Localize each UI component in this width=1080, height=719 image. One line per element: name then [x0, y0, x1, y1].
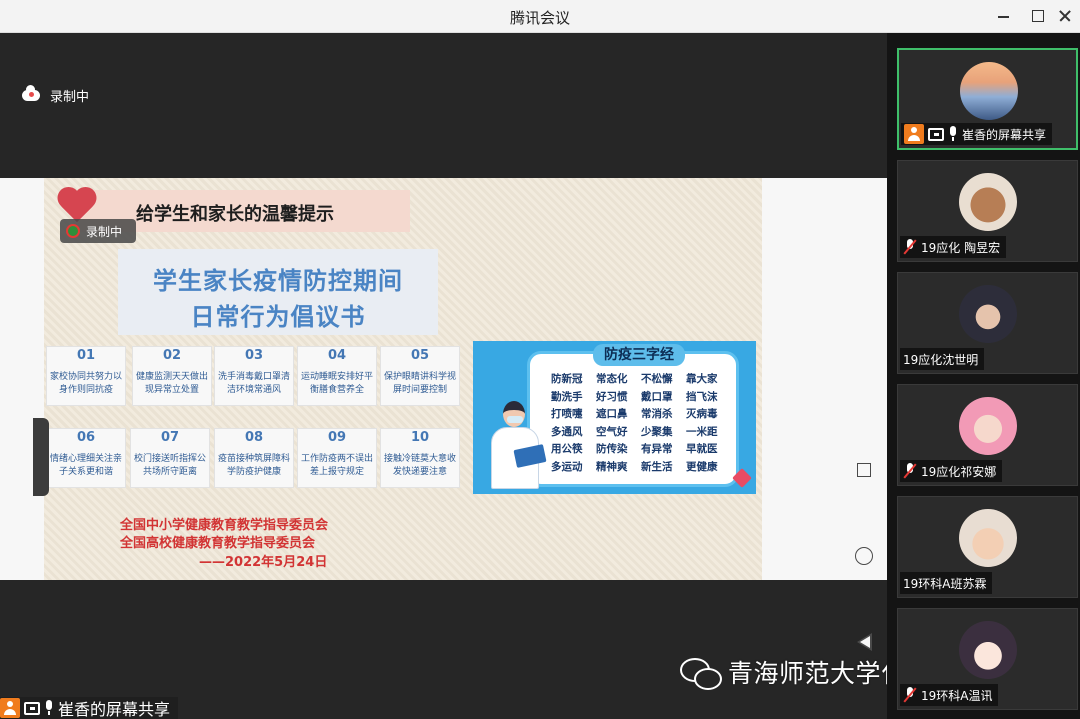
recording-badge: 录制中 [60, 219, 136, 243]
record-dot-icon [66, 224, 80, 238]
main-stage: 录制中 给学生和家长的温馨提示 学生家长疫情防控期间 日常行为倡议书 01 家校… [0, 33, 887, 719]
mic-muted-icon [903, 687, 917, 703]
poster-verse: 用公筷 [551, 443, 583, 455]
poster-verse: 防新冠 [551, 373, 583, 385]
poster-verse: 好习惯 [596, 390, 628, 403]
sharer-name: 崔香的屏幕共享 [58, 700, 171, 719]
title-bar: 腾讯会议 [0, 0, 1080, 33]
participant-name: 19环科A温讯 [921, 688, 993, 703]
anti-epidemic-poster: 防疫三字经 防新冠 常态化 不松懈 靠大家 勤洗手 好习惯 戴口罩 挡飞沫 打喷… [473, 341, 756, 494]
avatar [959, 621, 1017, 679]
mic-muted-icon [903, 239, 917, 255]
advice-card: 09 工作防疫两不误出差上报守规定 [297, 428, 377, 488]
cloud-record-icon [22, 85, 40, 101]
mic-icon [948, 126, 958, 142]
sharer-bar: 崔香的屏幕共享 [0, 697, 179, 719]
poster-verse: 挡飞沫 [686, 390, 718, 403]
poster-verse: 精神爽 [596, 460, 628, 473]
poster-verse: 一米距 [686, 425, 718, 438]
poster-verse: 常消杀 [641, 408, 673, 420]
participant-name: 19环科A班苏霖 [903, 576, 987, 591]
participant-tile[interactable]: 19应化 陶昱宏 [897, 160, 1078, 262]
poster-verse: 戴口罩 [641, 390, 673, 403]
participant-label: 19环科A温讯 [900, 684, 999, 706]
slide-footer-date: ——2022年5月24日 [199, 555, 328, 570]
mic-muted-icon [903, 463, 917, 479]
participant-tile[interactable]: 崔香的屏幕共享 [897, 48, 1078, 150]
home-icon[interactable] [855, 547, 873, 565]
avatar [959, 285, 1017, 343]
poster-verse: 勤洗手 [551, 390, 583, 403]
slide-footer-line2: 全国高校健康教育教学指导委员会 [120, 536, 316, 551]
advice-card: 01 家校协同共努力以身作则同抗疫 [46, 346, 126, 406]
participant-tile[interactable]: 19环科A班苏霖 [897, 496, 1078, 598]
poster-verse: 常态化 [596, 373, 628, 385]
poster-verse: 更健康 [686, 460, 718, 473]
participant-tile[interactable]: 19环科A温讯 [897, 608, 1078, 710]
poster-verse: 有异常 [641, 443, 673, 455]
participant-label: 19应化沈世明 [900, 348, 985, 370]
participant-name: 19应化祁安娜 [921, 464, 997, 479]
window-title: 腾讯会议 [509, 9, 570, 27]
screen-share-icon [24, 701, 40, 715]
participant-name: 崔香的屏幕共享 [962, 127, 1047, 142]
poster-verse: 灭病毒 [686, 408, 718, 420]
poster-verse: 遮口鼻 [596, 408, 628, 420]
poster-verse: 早就医 [686, 443, 718, 455]
advice-card: 10 接触冷链莫大意收发快递要注意 [380, 428, 460, 488]
host-icon [904, 124, 924, 144]
poster-verse: 靠大家 [686, 373, 718, 385]
advice-card: 07 校门接送听指挥公共场所守距离 [130, 428, 210, 488]
poster-verse: 新生活 [641, 460, 673, 473]
close-icon[interactable] [1054, 6, 1076, 26]
recording-badge-label: 录制中 [86, 224, 123, 239]
mic-icon [44, 700, 54, 716]
participant-label: 19环科A班苏霖 [900, 572, 993, 594]
participant-tile[interactable]: 19应化祁安娜 [897, 384, 1078, 486]
participant-name: 19应化 陶昱宏 [921, 240, 1001, 255]
poster-title: 防疫三字经 [593, 344, 685, 366]
avatar [959, 397, 1017, 455]
slide-title-line1: 学生家长疫情防控期间 [153, 267, 403, 295]
avatar [959, 173, 1017, 231]
maximize-icon[interactable] [1027, 6, 1049, 26]
participant-label: 19应化祁安娜 [900, 460, 1003, 482]
poster-verse: 打喷嚏 [551, 408, 583, 420]
advice-card: 06 情绪心理细关注亲子关系更和谐 [46, 428, 126, 488]
poster-verse: 多运动 [551, 460, 583, 473]
recording-indicator[interactable]: 录制中 [22, 85, 90, 105]
screen-share-icon [928, 127, 944, 141]
recording-label: 录制中 [50, 90, 90, 105]
shared-slide: 给学生和家长的温馨提示 学生家长疫情防控期间 日常行为倡议书 01 家校协同共努… [44, 178, 762, 580]
poster-verse: 多通风 [551, 425, 583, 438]
advice-card: 05 保护眼睛讲科学视屏时间要控制 [380, 346, 460, 406]
doctor-illustration [487, 401, 547, 491]
participant-tile[interactable]: 19应化沈世明 [897, 272, 1078, 374]
poster-verse: 空气好 [596, 425, 628, 438]
participant-sidebar: 崔香的屏幕共享 19应化 陶昱宏 19应化沈世明 19应化祁安娜 19环科A班苏… [887, 33, 1080, 719]
advice-card: 04 运动睡眠安排好平衡膳食营养全 [297, 346, 377, 406]
poster-verse: 少聚集 [641, 425, 673, 438]
participant-label: 19应化 陶昱宏 [900, 236, 1007, 258]
host-icon [0, 698, 20, 718]
advice-card: 08 疫苗接种筑屏障科学防疫护健康 [214, 428, 294, 488]
poster-verse: 防传染 [596, 443, 628, 455]
side-drawer-handle[interactable] [33, 418, 49, 496]
recent-apps-icon[interactable] [857, 463, 871, 477]
avatar [960, 62, 1018, 120]
wechat-icon [680, 656, 722, 690]
participant-name: 19应化沈世明 [903, 352, 979, 367]
poster-verses: 防新冠 常态化 不松懈 靠大家 勤洗手 好习惯 戴口罩 挡飞沫 打喷嚏 遮口鼻 … [551, 372, 731, 474]
avatar [959, 509, 1017, 567]
advice-card: 03 洗手消毒戴口罩清洁环境常通风 [214, 346, 294, 406]
slide-footer-line1: 全国中小学健康教育教学指导委员会 [120, 518, 329, 533]
slide-title-line2: 日常行为倡议书 [190, 303, 366, 331]
back-icon[interactable] [857, 633, 872, 651]
poster-verse: 不松懈 [641, 373, 673, 385]
slide-title-panel: 学生家长疫情防控期间 日常行为倡议书 [118, 249, 438, 335]
advice-card: 02 健康监测天天做出现异常立处置 [132, 346, 212, 406]
participant-label: 崔香的屏幕共享 [901, 123, 1053, 145]
minimize-icon[interactable] [993, 6, 1015, 26]
slide-heading: 给学生和家长的温馨提示 [136, 204, 334, 225]
